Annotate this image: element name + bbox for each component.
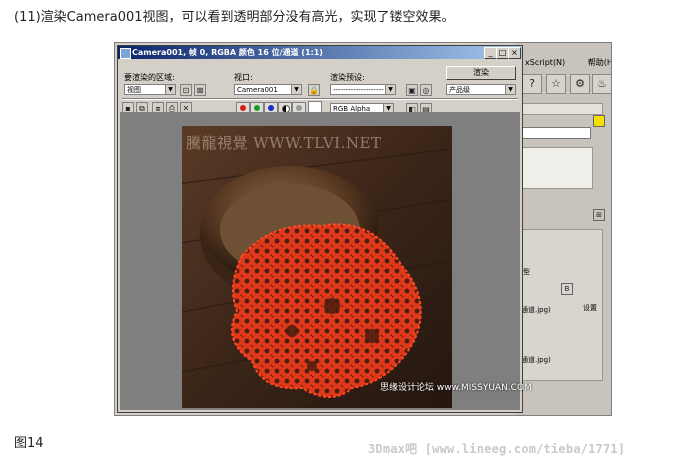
render-setup-icon[interactable]: ▣: [406, 84, 418, 96]
window-title: Camera001, 帧 0, RGBA 颜色 16 位/通道 (1:1): [132, 48, 323, 57]
area-label: 要渲染的区域:: [124, 73, 175, 82]
panel-label: 型: [523, 268, 530, 276]
chevron-down-icon: ▼: [165, 85, 175, 94]
preset-dropdown[interactable]: -------------------- ▼: [330, 84, 396, 95]
viewport-label: 视口:: [234, 73, 253, 82]
area-dropdown[interactable]: 视图 ▼: [124, 84, 176, 95]
red-dot-icon: [240, 105, 246, 111]
menu-item-maxscript[interactable]: xScript(N): [525, 58, 565, 67]
rendered-frame-window: Camera001, 帧 0, RGBA 颜色 16 位/通道 (1:1) _ …: [117, 45, 532, 413]
panel-bar: [521, 103, 603, 115]
render-viewport: 騰龍視覺 WWW.TLVI.NET 思缘设计论坛 www.MISSYUAN.CO…: [120, 112, 532, 410]
render-setup-icon[interactable]: ⚙: [570, 74, 590, 94]
background-toolbar: ? ☆ ⚙ ♨: [520, 71, 611, 95]
green-dot-icon: [254, 105, 260, 111]
window-icon: [120, 48, 131, 59]
auto-region-icon[interactable]: ⊠: [194, 84, 206, 96]
rendered-scene: [182, 126, 452, 408]
viewport-value: Camera001: [237, 86, 278, 94]
chevron-down-icon: ▼: [505, 85, 515, 94]
forum-watermark: 思缘设计论坛 www.MISSYUAN.COM: [380, 383, 532, 393]
footer-watermark: 3Dmax吧 [www.lineeg.com/tieba/1771]: [368, 442, 626, 456]
rendered-image: 騰龍視覺 WWW.TLVI.NET: [182, 126, 452, 408]
product-value: 产品级: [449, 86, 470, 94]
menu-item-help[interactable]: 帮助(H): [588, 58, 611, 67]
area-value: 视图: [127, 86, 141, 94]
background-menu: xScript(N) 帮助(H): [525, 57, 611, 68]
panel-label: 通道.jpg): [521, 356, 551, 364]
help-icon[interactable]: ?: [522, 74, 542, 94]
render-button[interactable]: 渲染: [446, 66, 516, 80]
gray-dot-icon: [296, 105, 302, 111]
title-bar[interactable]: Camera001, 帧 0, RGBA 颜色 16 位/通道 (1:1) _ …: [118, 46, 522, 59]
preset-label: 渲染预设:: [330, 73, 365, 82]
panel-dropdown[interactable]: [521, 127, 591, 139]
caption-top: (11)渲染Camera001视图，可以看到透明部分没有高光，实现了镂空效果。: [14, 10, 455, 25]
preset-value: --------------------: [333, 86, 384, 94]
panel-label: 通道.jpg): [521, 306, 551, 314]
environment-icon[interactable]: ◎: [420, 84, 432, 96]
color-swatch[interactable]: [593, 115, 605, 127]
close-button[interactable]: ×: [508, 47, 521, 59]
star-icon[interactable]: ☆: [546, 74, 566, 94]
chevron-down-icon: ▼: [291, 85, 301, 94]
panel-b-button[interactable]: B: [561, 283, 573, 295]
caption-bottom: 图14: [14, 436, 44, 451]
edit-region-icon[interactable]: ⊡: [180, 84, 192, 96]
viewport-dropdown[interactable]: Camera001 ▼: [234, 84, 302, 95]
teapot-icon[interactable]: ♨: [592, 74, 611, 94]
panel-square-button[interactable]: ⊞: [593, 209, 605, 221]
screenshot-frame: xScript(N) 帮助(H) ? ☆ ⚙ ♨ ⊞ 型 B 通道.jpg) 设…: [114, 42, 612, 416]
blue-dot-icon: [268, 105, 274, 111]
site-watermark: 騰龍視覺 WWW.TLVI.NET: [186, 134, 382, 152]
product-dropdown[interactable]: 产品级 ▼: [446, 84, 516, 95]
separator: [122, 98, 518, 100]
chevron-down-icon: ▼: [385, 85, 395, 94]
panel-list[interactable]: [521, 147, 593, 189]
lock-icon[interactable]: 🔒: [308, 84, 320, 96]
panel-label: 设置: [583, 304, 597, 312]
